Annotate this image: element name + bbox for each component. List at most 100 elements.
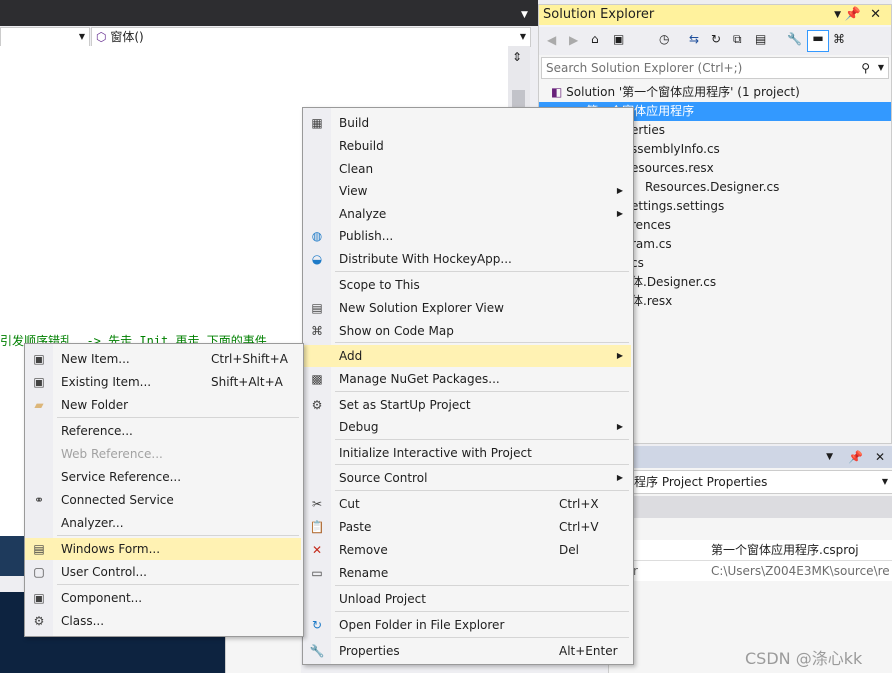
- menu-item-label: New Folder: [61, 398, 129, 412]
- tree-item[interactable]: ram.cs: [631, 235, 672, 254]
- solution-icon: ◧: [551, 85, 563, 99]
- solution-explorer-toolbar: ◀ ▶ ⌂ ▣ ◷ ⇆ ↻ ⧉ ▤ 🔧 ▬ ⌘: [539, 27, 891, 55]
- submenu-item-component[interactable]: ▣ Component...: [25, 587, 301, 609]
- submenu-item-class[interactable]: ⚙ Class...: [25, 610, 301, 632]
- menu-item-rename[interactable]: ▭ Rename: [303, 562, 631, 584]
- menu-item-set-as-startup-project[interactable]: ⚙ Set as StartUp Project: [303, 394, 631, 416]
- menu-item-label: Analyze: [339, 207, 387, 221]
- show-all-files-icon[interactable]: ▤: [755, 32, 766, 46]
- pin-icon[interactable]: 📌: [848, 446, 863, 468]
- menu-item-distribute-with-hockeyapp[interactable]: ◒ Distribute With HockeyApp...: [303, 248, 631, 270]
- menu-item-label: Manage NuGet Packages...: [339, 372, 500, 386]
- menu-item-scope-to-this[interactable]: Scope to This: [303, 274, 631, 296]
- submenu-arrow-icon: ▶: [616, 422, 623, 431]
- tree-item[interactable]: ettings.settings: [631, 197, 724, 216]
- submenu-item-existing-item[interactable]: ▣ Existing Item... Shift+Alt+A: [25, 371, 301, 393]
- menu-item-source-control[interactable]: Source Control ▶: [303, 467, 631, 489]
- new-view-icon: ▤: [311, 301, 323, 315]
- member-combo[interactable]: ⬡ 窗体() ▼: [91, 27, 531, 47]
- menu-item-label: Initialize Interactive with Project: [339, 446, 532, 460]
- submenu-item-connected-service[interactable]: ⚭ Connected Service: [25, 489, 301, 511]
- submenu-item-user-control[interactable]: ▢ User Control...: [25, 561, 301, 583]
- menu-item-paste[interactable]: 📋 Paste Ctrl+V: [303, 516, 631, 538]
- dropdown-arrow-icon[interactable]: ▼: [521, 10, 528, 20]
- search-options-icon[interactable]: ▼: [878, 58, 884, 78]
- menu-item-initialize-interactive-with-project[interactable]: Initialize Interactive with Project: [303, 442, 631, 464]
- menu-item-debug[interactable]: Debug ▶: [303, 416, 631, 438]
- menu-item-new-solution-explorer-view[interactable]: ▤ New Solution Explorer View: [303, 297, 631, 319]
- type-combo[interactable]: ▼: [0, 27, 90, 47]
- property-row[interactable]: r C:\Users\Z004E3MK\source\re: [609, 561, 892, 581]
- property-row[interactable]: 第一个窗体应用程序.csproj: [609, 540, 892, 561]
- remove-icon: ✕: [311, 543, 323, 557]
- refresh-icon[interactable]: ↻: [711, 32, 721, 46]
- tree-item[interactable]: Resources.Designer.cs: [645, 178, 779, 197]
- sync-icon[interactable]: ⇆: [689, 32, 699, 46]
- forward-icon[interactable]: ▶: [569, 33, 578, 47]
- split-icon[interactable]: ⇕: [512, 50, 522, 64]
- menu-item-cut[interactable]: ✂ Cut Ctrl+X: [303, 493, 631, 515]
- pin-icon[interactable]: 📌: [845, 5, 861, 25]
- menu-item-view[interactable]: View ▶: [303, 180, 631, 202]
- menu-item-rebuild[interactable]: Rebuild: [303, 135, 631, 157]
- menu-item-label: Set as StartUp Project: [339, 398, 471, 412]
- shortcut-label: Shift+Alt+A: [211, 375, 283, 389]
- properties-object-selector[interactable]: 程序 Project Properties ▼: [609, 470, 892, 494]
- gear-icon: ⚙: [311, 398, 323, 412]
- tree-item[interactable]: 体.Designer.cs: [631, 273, 716, 292]
- close-icon[interactable]: ✕: [870, 5, 881, 25]
- properties-wrench-icon[interactable]: 🔧: [787, 32, 802, 46]
- dropdown-icon[interactable]: ▼: [826, 446, 833, 468]
- tree-item[interactable]: ssemblyInfo.cs: [631, 140, 720, 159]
- code-map-toolbar-icon[interactable]: ⌘: [833, 32, 845, 46]
- menu-item-label: Component...: [61, 591, 143, 605]
- menu-item-label: Debug: [339, 420, 379, 434]
- add-submenu: ▣ New Item... Ctrl+Shift+A ▣ Existing Item..…: [24, 343, 304, 637]
- shortcut-label: Del: [559, 543, 579, 557]
- pending-changes-icon[interactable]: ◷: [659, 32, 669, 46]
- submenu-item-windows-form[interactable]: ▤ Windows Form...: [25, 538, 301, 560]
- submenu-arrow-icon: ▶: [616, 473, 623, 482]
- menu-separator: [335, 585, 629, 586]
- menu-item-unload-project[interactable]: Unload Project: [303, 588, 631, 610]
- menu-item-build[interactable]: ▦ Build: [303, 112, 631, 134]
- menu-item-publish[interactable]: ◍ Publish...: [303, 225, 631, 247]
- menu-separator: [335, 391, 629, 392]
- close-icon[interactable]: ✕: [875, 446, 885, 468]
- connected-service-icon: ⚭: [33, 493, 45, 507]
- collapse-all-icon[interactable]: ⧉: [733, 32, 742, 47]
- submenu-item-new-item[interactable]: ▣ New Item... Ctrl+Shift+A: [25, 348, 301, 370]
- menu-item-analyze[interactable]: Analyze ▶: [303, 203, 631, 225]
- submenu-item-reference[interactable]: Reference...: [25, 420, 301, 442]
- tree-item[interactable]: esources.resx: [631, 159, 714, 178]
- preview-selected-icon[interactable]: ▬: [807, 30, 829, 52]
- menu-item-clean[interactable]: Clean: [303, 158, 631, 180]
- menu-item-add[interactable]: Add ▶: [303, 345, 631, 367]
- menu-item-label: Source Control: [339, 471, 428, 485]
- build-icon: ▦: [311, 116, 323, 130]
- submenu-item-web-reference[interactable]: Web Reference...: [25, 443, 301, 465]
- submenu-item-service-reference[interactable]: Service Reference...: [25, 466, 301, 488]
- tree-item[interactable]: erties: [631, 121, 665, 140]
- tree-item-solution[interactable]: ◧ Solution '第一个窗体应用程序' (1 project): [551, 83, 800, 102]
- menu-item-label: Paste: [339, 520, 372, 534]
- submenu-item-new-folder[interactable]: ▰ New Folder: [25, 394, 301, 416]
- menu-item-manage-nuget-packages[interactable]: ▩ Manage NuGet Packages...: [303, 368, 631, 390]
- tree-item[interactable]: rences: [631, 216, 671, 235]
- tree-item[interactable]: 体.resx: [631, 292, 672, 311]
- home-icon[interactable]: ⌂: [591, 32, 599, 46]
- menu-item-remove[interactable]: ✕ Remove Del: [303, 539, 631, 561]
- menu-item-show-on-code-map[interactable]: ⌘ Show on Code Map: [303, 320, 631, 342]
- menu-item-properties[interactable]: 🔧 Properties Alt+Enter: [303, 640, 631, 662]
- search-icon[interactable]: ⚲: [861, 58, 870, 78]
- shortcut-label: Ctrl+Shift+A: [211, 352, 288, 366]
- submenu-arrow-icon: ▶: [616, 186, 623, 195]
- submenu-item-analyzer[interactable]: Analyzer...: [25, 512, 301, 534]
- dropdown-icon[interactable]: ▼: [834, 5, 841, 25]
- wrench-icon: 🔧: [309, 644, 325, 658]
- menu-item-open-folder-in-file-explorer[interactable]: ↻ Open Folder in File Explorer: [303, 614, 631, 636]
- back-icon[interactable]: ◀: [547, 33, 556, 47]
- method-icon: ⬡: [96, 30, 107, 44]
- search-input[interactable]: Search Solution Explorer (Ctrl+;) ⚲ ▼: [541, 57, 889, 79]
- switch-views-icon[interactable]: ▣: [613, 32, 624, 46]
